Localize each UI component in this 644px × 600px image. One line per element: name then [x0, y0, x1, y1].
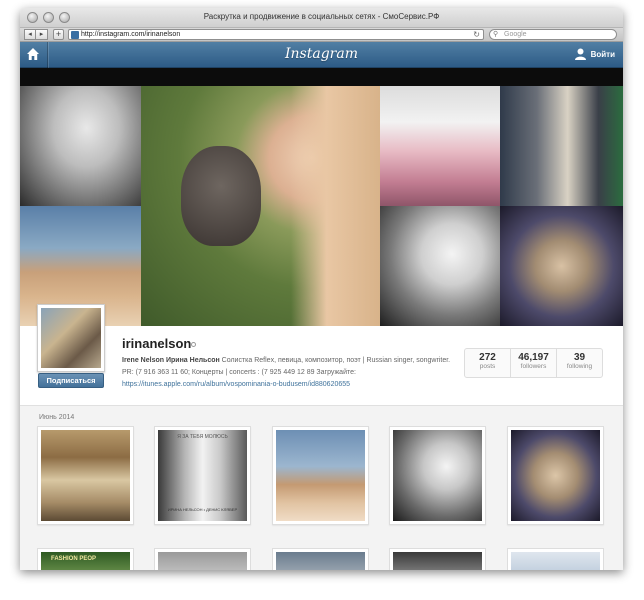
bio-name: Irene Nelson Ирина Нельсон — [122, 357, 220, 364]
stat-posts-label: posts — [479, 363, 496, 370]
options-icon[interactable] — [191, 342, 196, 347]
back-arrow-icon: ◂ — [28, 31, 32, 38]
photo-caption: Я ЗА ТЕБЯ МОЛЮСЬ — [177, 434, 228, 440]
photo-footer: ИРИНА НЕЛЬСОН • ДЕНИС КЛЯВЕР — [167, 507, 238, 512]
feed-photo[interactable] — [37, 426, 134, 525]
address-bar[interactable]: http://instagram.com/irinanelson ↻ — [68, 29, 484, 40]
user-icon — [574, 48, 586, 60]
back-button[interactable]: ◂ — [24, 29, 36, 40]
feed-photo[interactable]: Я ЗА ТЕБЯ МОЛЮСЬ ИРИНА НЕЛЬСОН • ДЕНИС К… — [154, 426, 251, 525]
feed-photo[interactable] — [389, 548, 486, 570]
browser-window: Раскрутка и продвижение в социальных сет… — [20, 8, 623, 570]
plus-icon: + — [55, 29, 62, 39]
history-buttons: ◂ ▸ — [24, 29, 48, 40]
month-label: Июнь 2014 — [39, 414, 75, 421]
bio-link[interactable]: https://itunes.apple.com/ru/album/vospom… — [122, 381, 350, 388]
cover-photo-stage[interactable] — [500, 206, 623, 326]
add-bookmark-button[interactable]: + — [53, 29, 64, 40]
feed-photo[interactable] — [389, 426, 486, 525]
feed-photo[interactable] — [272, 548, 369, 570]
cover-photo-mosaic — [20, 86, 623, 326]
avatar-image — [41, 308, 101, 368]
browser-toolbar: ◂ ▸ + http://instagram.com/irinanelson ↻… — [20, 28, 623, 42]
window-title: Раскрутка и продвижение в социальных сет… — [203, 12, 440, 21]
stat-posts-value: 272 — [479, 352, 496, 363]
cover-photo-bw-hair[interactable] — [380, 206, 500, 326]
feed-photo[interactable] — [272, 426, 369, 525]
photo-caption: FASHION PEOP — [51, 556, 97, 562]
profile-avatar[interactable] — [37, 304, 105, 372]
photo-feed: Июнь 2014 Я ЗА ТЕБЯ МОЛЮСЬ ИРИНА НЕЛЬСОН… — [20, 406, 623, 570]
search-input[interactable]: ⚲ Google — [489, 29, 617, 40]
cover-photo-pink-dress[interactable] — [380, 86, 500, 206]
profile-stats: 272 posts 46,197 followers 39 following — [464, 348, 603, 378]
feed-photo[interactable] — [507, 426, 604, 525]
feed-photo[interactable]: FASHION PEOP — [37, 548, 134, 570]
stat-following-label: following — [566, 363, 593, 370]
stat-followers-value: 46,197 — [518, 352, 549, 363]
forward-button[interactable]: ▸ — [36, 29, 48, 40]
feed-photo[interactable] — [507, 548, 604, 570]
subscribe-button[interactable]: Подписаться — [38, 373, 104, 388]
stat-posts[interactable]: 272 posts — [465, 349, 510, 377]
site-favicon-icon — [71, 31, 79, 39]
stat-followers[interactable]: 46,197 followers — [510, 349, 556, 377]
stat-followers-label: followers — [520, 363, 547, 370]
login-label: Войти — [590, 49, 615, 59]
forward-arrow-icon: ▸ — [39, 31, 44, 38]
instagram-header: Instagram Войти — [20, 42, 623, 68]
profile-section: Подписаться irinanelson Irene Nelson Ири… — [20, 304, 623, 406]
title-bar: Раскрутка и продвижение в социальных сет… — [20, 8, 623, 28]
cover-photo-event[interactable] — [500, 86, 623, 206]
url-text: http://instagram.com/irinanelson — [81, 31, 181, 38]
profile-username: irinanelson — [122, 336, 192, 351]
header-shadow-bar — [20, 68, 623, 86]
reload-icon[interactable]: ↻ — [473, 30, 480, 40]
login-button[interactable]: Войти — [574, 48, 615, 60]
profile-bio: Irene Nelson Ирина Нельсон Солистка Refl… — [122, 355, 452, 391]
stat-following[interactable]: 39 following — [556, 349, 602, 377]
cover-photo-bw-portrait[interactable] — [20, 86, 141, 206]
stat-following-value: 39 — [573, 352, 586, 363]
search-icon: ⚲ — [493, 31, 499, 38]
search-placeholder: Google — [504, 31, 527, 38]
instagram-logo[interactable]: Instagram — [20, 46, 623, 62]
cover-photo-monkey[interactable] — [141, 86, 380, 326]
feed-photo[interactable] — [154, 548, 251, 570]
